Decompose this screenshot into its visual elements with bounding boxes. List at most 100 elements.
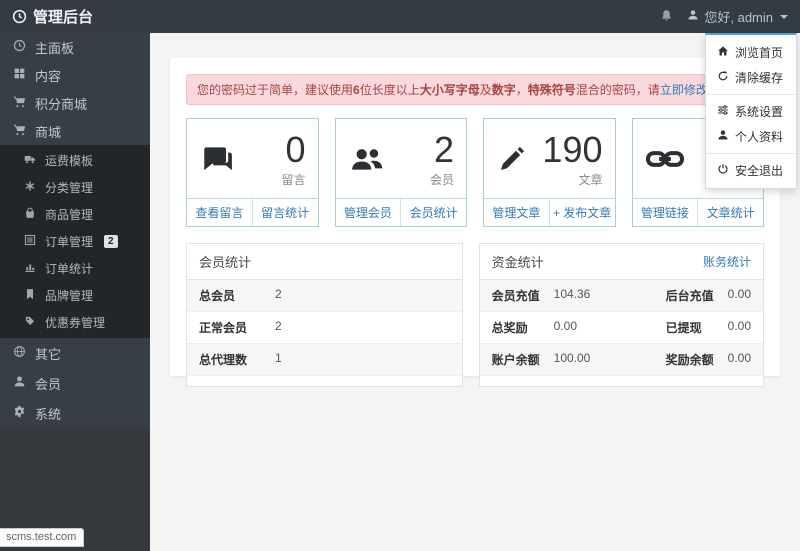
stat-card-messages: 0 留言 查看留言 留言统计 — [186, 118, 319, 227]
user-menu-toggle[interactable]: 您好, admin — [687, 7, 788, 26]
alert-text: ， — [515, 83, 528, 97]
alert-text: 数字 — [491, 83, 516, 97]
clock-icon — [12, 9, 27, 24]
row-label: 后台充值 — [665, 289, 714, 303]
user-icon — [687, 9, 699, 24]
menu-item-label: 安全退出 — [735, 164, 784, 178]
sidebar-item-label: 内容 — [35, 68, 62, 84]
pencil-icon — [496, 143, 528, 180]
panel-title: 会员统计 — [199, 255, 252, 270]
row-value: 1 — [275, 351, 282, 365]
article-stats-link[interactable]: 文章统计 — [697, 199, 763, 226]
menu-item-label: 浏览首页 — [735, 46, 784, 60]
menu-item-logout[interactable]: 安全退出 — [706, 158, 796, 183]
asterisk-icon — [24, 180, 36, 195]
alert-text: 位长度以上 — [359, 83, 420, 97]
row-value: 0.00 — [727, 287, 751, 301]
sidebar-item-mall[interactable]: 商城 — [0, 117, 150, 145]
sidebar-item-system[interactable]: 系统 — [0, 398, 150, 428]
table-row: 会员充值 104.36 后台充值 0.00 — [479, 280, 763, 312]
power-icon — [717, 163, 729, 178]
stat-card-articles: 190 文章 管理文章 + 发布文章 — [483, 118, 616, 227]
sidebar-item-members[interactable]: 会员 — [0, 368, 150, 398]
menu-item-clear-cache[interactable]: 清除缓存 — [706, 65, 796, 90]
alert-text: 及 — [479, 83, 492, 97]
table-row: 总奖励 0.00 已提现 0.00 — [479, 312, 763, 344]
sidebar-item-label: 主面板 — [35, 40, 75, 56]
publish-article-link[interactable]: + 发布文章 — [548, 199, 615, 226]
menu-divider — [706, 94, 796, 95]
manage-members-link[interactable]: 管理会员 — [336, 199, 401, 226]
app-logo[interactable]: 管理后台 — [12, 6, 93, 27]
user-dropdown-menu: 浏览首页 清除缓存 系统设置 个人资料 安全退出 — [705, 33, 797, 189]
table-row: 总代理数 1 — [187, 344, 462, 376]
menu-item-system-settings[interactable]: 系统设置 — [706, 99, 796, 124]
row-value: 100.00 — [553, 351, 591, 365]
tag-icon — [24, 315, 36, 330]
bookmark-icon — [24, 288, 36, 303]
alert-text: 6 — [353, 83, 360, 97]
row-label: 账户余额 — [491, 353, 540, 367]
menu-item-label: 系统设置 — [735, 105, 784, 119]
topbar: 管理后台 您好, admin — [0, 0, 800, 33]
alert-text: 混合的密码，请 — [575, 83, 660, 97]
sidebar-item-order-stats[interactable]: 订单统计 — [0, 255, 150, 282]
manage-articles-link[interactable]: 管理文章 — [484, 199, 549, 226]
sidebar-item-content[interactable]: 内容 — [0, 61, 150, 89]
user-icon — [717, 129, 729, 144]
bag-icon — [24, 207, 36, 222]
sidebar-item-dashboard[interactable]: 主面板 — [0, 33, 150, 61]
main-content: 您的密码过于简单，建议使用6位长度以上大小写字母及数字，特殊符号混合的密码，请立… — [170, 58, 780, 387]
member-stats-link[interactable]: 会员统计 — [400, 199, 466, 226]
row-label: 总会员 — [199, 289, 236, 303]
gear-icon — [13, 405, 26, 421]
row-label: 正常会员 — [199, 321, 248, 335]
sidebar-item-brand-manage[interactable]: 品牌管理 — [0, 282, 150, 309]
globe-icon — [13, 345, 26, 361]
funds-stats-panel: 资金统计 账务统计 会员充值 104.36 后台充值 0.00 总奖励 0.00… — [478, 243, 764, 387]
member-stats-panel: 会员统计 总会员 2 正常会员 2 总代理数 1 — [186, 243, 463, 387]
sidebar-item-label: 系统 — [35, 406, 62, 422]
stat-card-members: 2 会员 管理会员 会员统计 — [334, 118, 467, 227]
sidebar-item-category-manage[interactable]: 分类管理 — [0, 174, 150, 201]
home-icon — [717, 45, 729, 60]
sliders-icon — [717, 104, 729, 119]
menu-item-browse-home[interactable]: 浏览首页 — [706, 40, 796, 65]
sidebar-item-label: 品牌管理 — [45, 289, 94, 303]
row-label: 会员充值 — [491, 289, 540, 303]
alert-text: 大小写字母 — [419, 83, 480, 97]
view-messages-link[interactable]: 查看留言 — [187, 199, 252, 226]
app-title: 管理后台 — [33, 9, 94, 26]
row-label: 总奖励 — [491, 321, 528, 335]
row-label: 已提现 — [665, 321, 702, 335]
table-row: 正常会员 2 — [187, 312, 462, 344]
sidebar-item-product-manage[interactable]: 商品管理 — [0, 201, 150, 228]
sidebar-item-label: 其它 — [35, 346, 62, 362]
order-count-badge: 2 — [104, 235, 118, 248]
sidebar-item-label: 运费模板 — [45, 154, 94, 168]
table-row: 总会员 2 — [187, 280, 462, 312]
sidebar-item-order-manage[interactable]: 订单管理 2 — [0, 228, 150, 255]
menu-divider — [706, 153, 796, 154]
row-value: 0.00 — [553, 319, 577, 333]
alert-text: 特殊符号 — [527, 83, 576, 97]
sidebar-item-label: 积分商城 — [35, 96, 88, 112]
bell-icon[interactable] — [660, 9, 673, 25]
menu-item-profile[interactable]: 个人资料 — [706, 124, 796, 149]
user-greeting: 您好, admin — [704, 10, 773, 25]
change-password-link[interactable]: 立即修改 — [660, 83, 708, 97]
bar-chart-icon — [24, 261, 36, 276]
sidebar-item-other[interactable]: 其它 — [0, 338, 150, 368]
grid-icon — [13, 67, 26, 83]
sidebar-item-coupon-manage[interactable]: 优惠券管理 — [0, 309, 150, 336]
row-label: 总代理数 — [199, 353, 248, 367]
message-stats-link[interactable]: 留言统计 — [251, 199, 318, 226]
refresh-icon — [717, 70, 729, 85]
browser-status-bubble: scms.test.com — [0, 528, 85, 547]
sidebar-item-shipping-template[interactable]: 运费模板 — [0, 147, 150, 174]
user-icon — [13, 375, 26, 391]
manage-links-link[interactable]: 管理链接 — [633, 199, 698, 226]
sidebar-item-points-mall[interactable]: 积分商城 — [0, 89, 150, 117]
finance-stats-link[interactable]: 账务统计 — [703, 253, 751, 270]
row-value: 104.36 — [553, 287, 591, 301]
